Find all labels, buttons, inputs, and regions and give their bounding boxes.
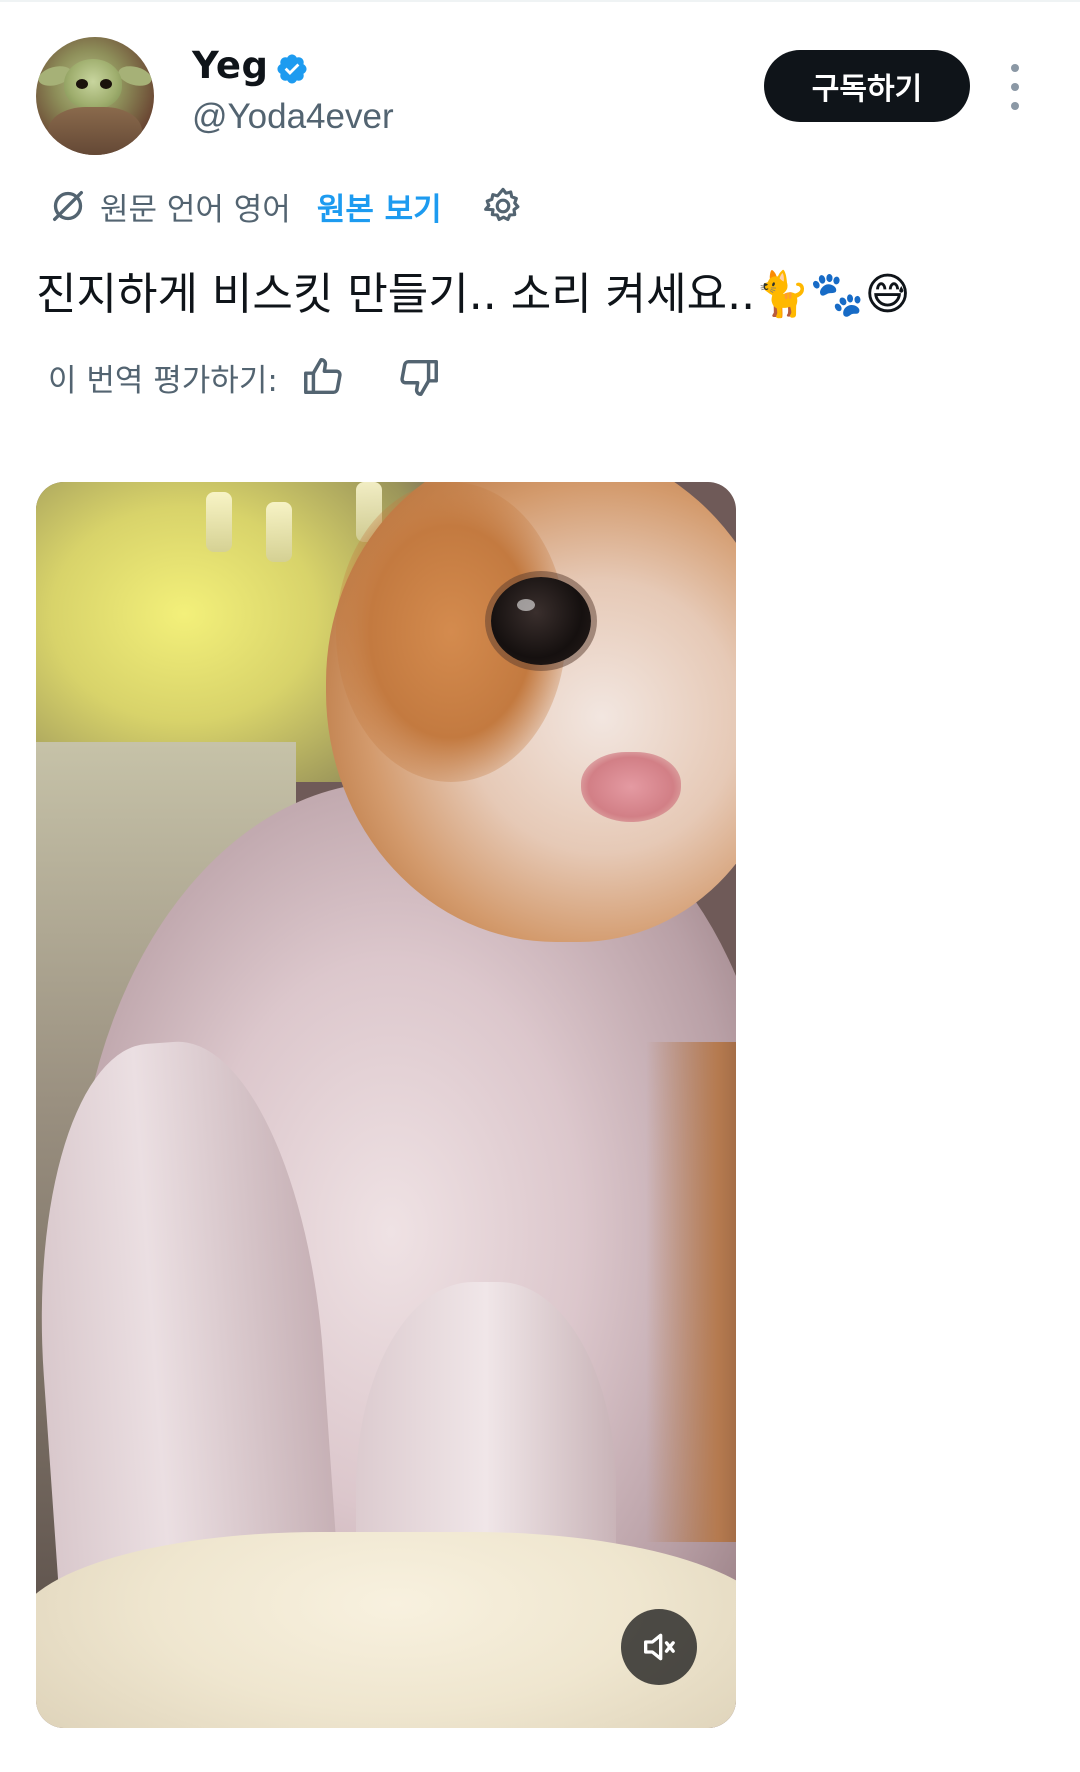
- top-divider: [0, 0, 1080, 2]
- author-avatar[interactable]: [36, 37, 154, 155]
- subscribe-button[interactable]: 구독하기: [764, 50, 970, 122]
- show-original-link[interactable]: 원본 보기: [317, 184, 442, 229]
- thumbs-down-icon[interactable]: [396, 354, 442, 400]
- source-language-label: 원문 언어 영어: [100, 191, 291, 228]
- translation-rating: 이 번역 평가하기:: [48, 354, 442, 400]
- thumbs-up-icon[interactable]: [300, 354, 346, 400]
- rating-prompt: 이 번역 평가하기:: [48, 362, 278, 399]
- verified-badge-icon: [277, 54, 307, 84]
- translation-bar: 원문 언어 영어 원본 보기: [48, 184, 524, 228]
- author-display-name[interactable]: Yeg: [192, 44, 268, 87]
- more-vertical-icon[interactable]: [1000, 64, 1030, 110]
- mute-toggle-button[interactable]: [621, 1609, 697, 1685]
- tweet-text: 진지하게 비스킷 만들기.. 소리 켜세요..🐈🐾😅: [36, 269, 911, 320]
- speaker-muted-icon: [644, 1633, 675, 1661]
- translate-icon: [53, 191, 84, 221]
- video-player[interactable]: [36, 482, 736, 1728]
- gear-icon[interactable]: [482, 185, 524, 227]
- author-handle[interactable]: @Yoda4ever: [192, 97, 394, 137]
